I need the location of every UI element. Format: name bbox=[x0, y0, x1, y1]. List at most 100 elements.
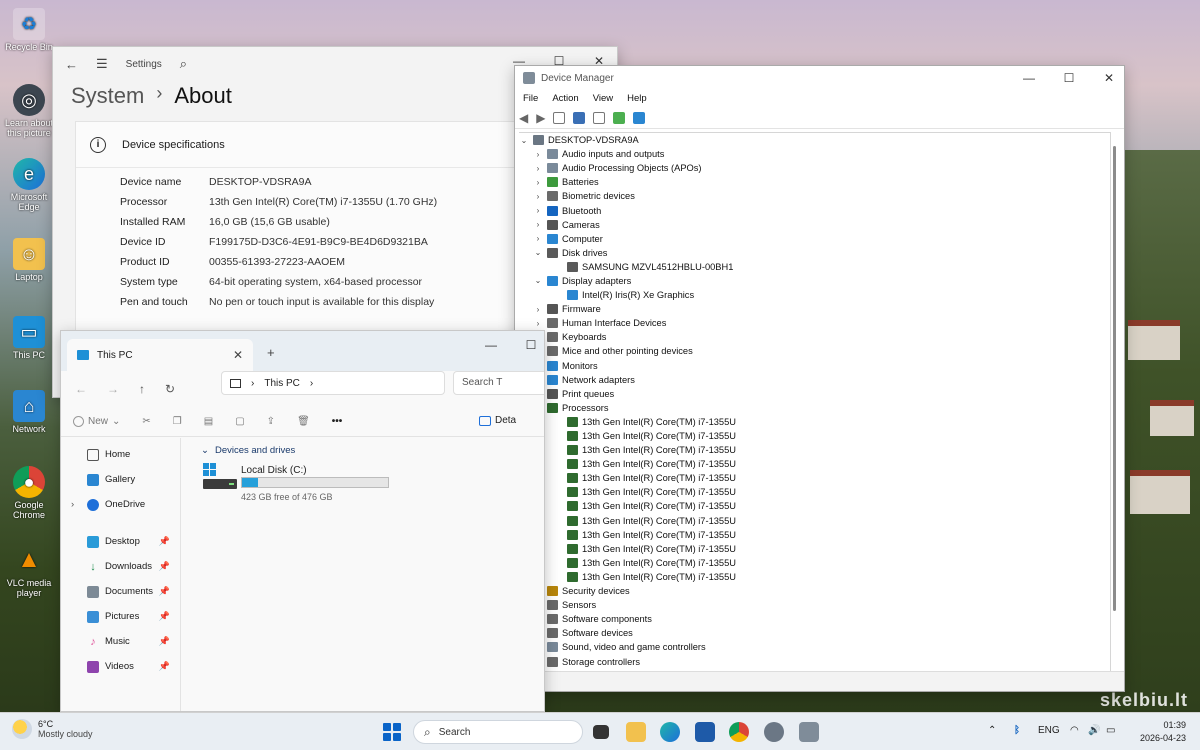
tree-category[interactable]: ›Sensors bbox=[519, 598, 1110, 612]
pin-icon[interactable]: 📌 bbox=[159, 561, 170, 572]
tree-device[interactable]: Intel(R) Iris(R) Xe Graphics bbox=[519, 288, 1110, 302]
chevron-up-icon[interactable]: ⌃ bbox=[988, 725, 996, 736]
tree-category[interactable]: ›Software components bbox=[519, 612, 1110, 626]
desktop-icon-learn-about[interactable]: ◎ Learn about this picture bbox=[2, 84, 56, 138]
chevron-right-icon[interactable]: › bbox=[533, 164, 543, 173]
hamburger-menu-icon[interactable]: ☰ bbox=[96, 56, 108, 72]
search-icon[interactable]: ⌕ bbox=[180, 56, 187, 72]
tree-category[interactable]: ›Print queues bbox=[519, 387, 1110, 401]
paste-icon[interactable]: ▤ bbox=[204, 416, 213, 427]
cut-icon[interactable]: ✂ bbox=[142, 416, 150, 427]
view-icon[interactable] bbox=[593, 111, 606, 124]
tree-category[interactable]: › Batteries bbox=[519, 175, 1110, 189]
chevron-down-icon[interactable]: ⌄ bbox=[533, 276, 543, 285]
device-manager-icon[interactable] bbox=[799, 722, 819, 742]
scan-hardware-icon[interactable] bbox=[633, 111, 646, 124]
pin-icon[interactable]: 📌 bbox=[159, 636, 170, 647]
breadcrumb-parent[interactable]: System bbox=[71, 83, 144, 109]
forward-arrow-icon[interactable]: → bbox=[107, 382, 119, 396]
tree-device[interactable]: 13th Gen Intel(R) Core(TM) i7-1355U bbox=[519, 570, 1110, 584]
chevron-right-icon[interactable]: › bbox=[533, 319, 543, 328]
details-button[interactable]: Deta bbox=[479, 415, 516, 426]
tree-device[interactable]: 13th Gen Intel(R) Core(TM) i7-1355U bbox=[519, 485, 1110, 499]
nav-item-downloads[interactable]: ↓ Downloads 📌 bbox=[61, 554, 180, 579]
tab-this-pc[interactable]: This PC ✕ bbox=[67, 339, 253, 371]
tree-category[interactable]: › Audio Processing Objects (APOs) bbox=[519, 161, 1110, 175]
new-button[interactable]: New ⌄ bbox=[73, 416, 120, 427]
more-options-icon[interactable]: ••• bbox=[332, 416, 343, 427]
tree-device[interactable]: 13th Gen Intel(R) Core(TM) i7-1355U bbox=[519, 415, 1110, 429]
group-header[interactable]: ⌄ Devices and drives bbox=[201, 445, 295, 456]
nav-item-onedrive[interactable]: › OneDrive bbox=[61, 492, 180, 517]
desktop-icon-laptop[interactable]: ☺ Laptop bbox=[2, 238, 56, 282]
chevron-right-icon[interactable]: › bbox=[533, 220, 543, 229]
tree-category[interactable]: › Human Interface Devices bbox=[519, 316, 1110, 330]
weather-widget[interactable]: 6°C Mostly cloudy bbox=[12, 719, 93, 739]
tree-category[interactable]: › Computer bbox=[519, 232, 1110, 246]
share-icon[interactable]: ⇪ bbox=[267, 416, 275, 427]
desktop-icon-edge[interactable]: e Microsoft Edge bbox=[2, 158, 56, 212]
back-arrow-icon[interactable]: ◀ bbox=[519, 111, 528, 125]
volume-icon[interactable]: 🔊 bbox=[1088, 725, 1100, 736]
nav-item-pictures[interactable]: Pictures 📌 bbox=[61, 604, 180, 629]
tree-category[interactable]: ›Sound, video and game controllers bbox=[519, 640, 1110, 654]
back-arrow-icon[interactable]: ← bbox=[75, 382, 87, 396]
tree-category[interactable]: ›Storage controllers bbox=[519, 654, 1110, 668]
pin-icon[interactable]: 📌 bbox=[159, 586, 170, 597]
tree-category[interactable]: ⌄ Display adapters bbox=[519, 274, 1110, 288]
chevron-right-icon[interactable]: › bbox=[71, 499, 74, 510]
menu-view[interactable]: View bbox=[593, 93, 613, 104]
new-tab-button[interactable]: + bbox=[267, 345, 275, 360]
close-tab-icon[interactable]: ✕ bbox=[233, 348, 243, 362]
tree-category[interactable]: ›Mice and other pointing devices bbox=[519, 344, 1110, 358]
desktop-icon-this-pc[interactable]: ▭ This PC bbox=[2, 316, 56, 360]
drive-local-disk-c[interactable]: Local Disk (C:) 423 GB free of 476 GB bbox=[201, 463, 401, 503]
tree-category[interactable]: ›Security devices bbox=[519, 584, 1110, 598]
pin-icon[interactable]: 📌 bbox=[159, 661, 170, 672]
tree-device[interactable]: 13th Gen Intel(R) Core(TM) i7-1355U bbox=[519, 429, 1110, 443]
tree-device[interactable]: 13th Gen Intel(R) Core(TM) i7-1355U bbox=[519, 514, 1110, 528]
address-bar[interactable]: › This PC › bbox=[221, 371, 445, 395]
minimize-button[interactable]: — bbox=[471, 331, 511, 359]
tree-category[interactable]: ›Network adapters bbox=[519, 373, 1110, 387]
tree-category[interactable]: ›Monitors bbox=[519, 359, 1110, 373]
nav-item-videos[interactable]: Videos 📌 bbox=[61, 654, 180, 679]
start-button[interactable] bbox=[383, 723, 401, 741]
tree-category[interactable]: ›Software devices bbox=[519, 626, 1110, 640]
chevron-right-icon[interactable]: › bbox=[533, 192, 543, 201]
tree-category[interactable]: ⌄Processors bbox=[519, 401, 1110, 415]
edge-icon[interactable] bbox=[660, 722, 680, 742]
maximize-button[interactable]: ☐ bbox=[511, 331, 544, 359]
nav-item-documents[interactable]: Documents 📌 bbox=[61, 579, 180, 604]
tree-root[interactable]: ⌄ DESKTOP-VDSRA9A bbox=[519, 133, 1110, 147]
bluetooth-icon[interactable]: ᛒ bbox=[1014, 725, 1020, 736]
nav-item-music[interactable]: ♪ Music 📌 bbox=[61, 629, 180, 654]
tree-device[interactable]: 13th Gen Intel(R) Core(TM) i7-1355U bbox=[519, 471, 1110, 485]
refresh-icon[interactable]: ↻ bbox=[165, 382, 175, 396]
pin-icon[interactable]: 📌 bbox=[159, 536, 170, 547]
tree-category[interactable]: › Biometric devices bbox=[519, 189, 1110, 203]
settings-gear-icon[interactable] bbox=[764, 722, 784, 742]
tree-device[interactable]: SAMSUNG MZVL4512HBLU-00BH1 bbox=[519, 260, 1110, 274]
delete-icon[interactable]: 🗑 bbox=[297, 416, 310, 427]
tree-category[interactable]: ›Keyboards bbox=[519, 330, 1110, 344]
nav-item-desktop[interactable]: Desktop 📌 bbox=[61, 529, 180, 554]
task-view-icon[interactable] bbox=[593, 725, 609, 739]
tree-category[interactable]: › Audio inputs and outputs bbox=[519, 147, 1110, 161]
back-arrow-icon[interactable]: ← bbox=[65, 57, 78, 72]
wifi-icon[interactable]: ◠ bbox=[1070, 725, 1079, 736]
language-indicator[interactable]: ENG bbox=[1038, 725, 1060, 736]
chevron-right-icon[interactable]: › bbox=[533, 206, 543, 215]
close-button[interactable]: ✕ bbox=[1089, 66, 1124, 92]
properties-icon[interactable] bbox=[553, 111, 566, 124]
chrome-icon[interactable] bbox=[729, 722, 749, 742]
pin-icon[interactable]: 📌 bbox=[159, 611, 170, 622]
up-arrow-icon[interactable]: ↑ bbox=[139, 382, 145, 396]
desktop-icon-network[interactable]: ⌂ Network bbox=[2, 390, 56, 434]
menu-help[interactable]: Help bbox=[627, 93, 647, 104]
chevron-right-icon[interactable]: › bbox=[533, 234, 543, 243]
tree-device[interactable]: 13th Gen Intel(R) Core(TM) i7-1355U bbox=[519, 556, 1110, 570]
file-explorer-icon[interactable] bbox=[626, 722, 646, 742]
desktop-icon-chrome[interactable]: ● Google Chrome bbox=[2, 466, 56, 520]
nav-item-home[interactable]: Home bbox=[61, 442, 180, 467]
